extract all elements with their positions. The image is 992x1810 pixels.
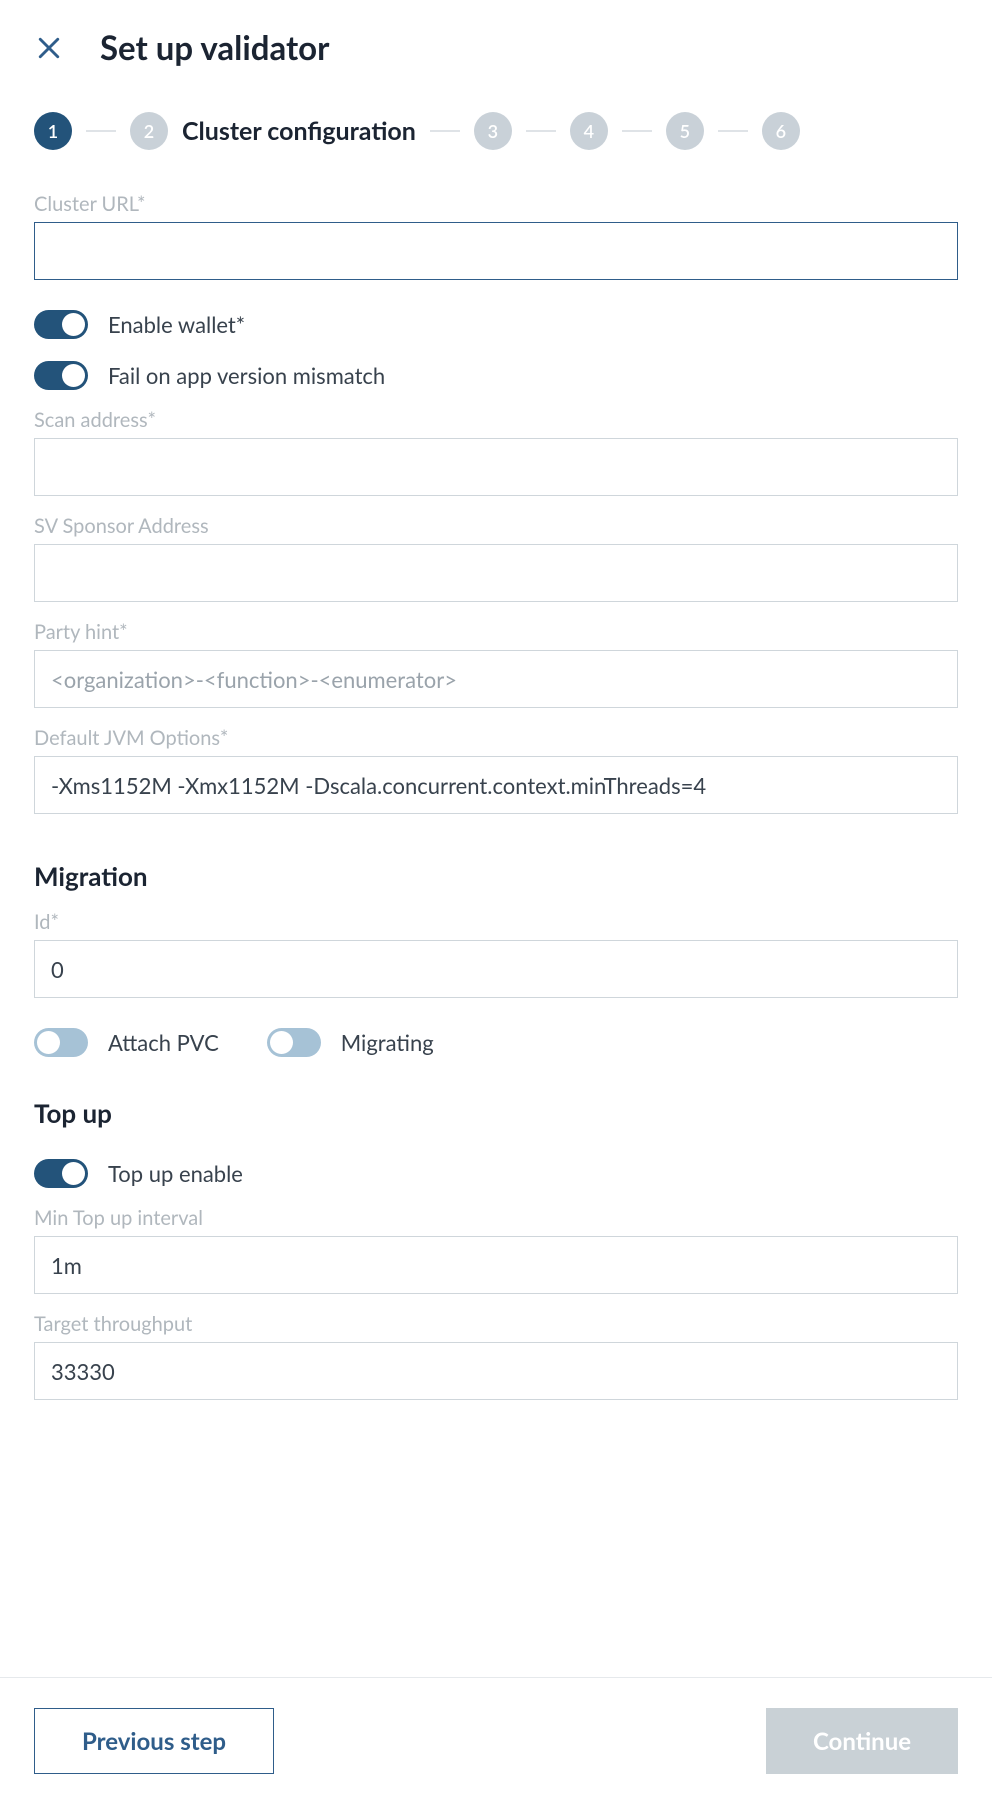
scan-address-label: Scan address* [34, 408, 958, 432]
step-1[interactable]: 1 [34, 112, 72, 150]
scan-address-input[interactable] [34, 438, 958, 496]
previous-step-button[interactable]: Previous step [34, 1708, 274, 1774]
topup-heading: Top up [34, 1097, 958, 1129]
topup-enable-toggle[interactable] [34, 1159, 88, 1188]
migration-id-input[interactable] [34, 940, 958, 998]
step-label: Cluster configuration [182, 116, 416, 146]
sv-sponsor-input[interactable] [34, 544, 958, 602]
target-throughput-label: Target throughput [34, 1312, 958, 1336]
migration-id-label: Id* [34, 910, 958, 934]
step-connector [718, 130, 748, 132]
migrating-toggle[interactable] [267, 1028, 321, 1057]
action-bar: Previous step Continue [0, 1677, 992, 1810]
migration-heading: Migration [34, 860, 958, 892]
continue-button[interactable]: Continue [766, 1708, 958, 1774]
cluster-url-input[interactable] [34, 222, 958, 280]
page-title: Set up validator [100, 28, 329, 68]
step-connector [622, 130, 652, 132]
step-4[interactable]: 4 [570, 112, 608, 150]
attach-pvc-toggle[interactable] [34, 1028, 88, 1057]
close-icon[interactable] [34, 33, 64, 63]
step-6[interactable]: 6 [762, 112, 800, 150]
party-hint-input[interactable] [34, 650, 958, 708]
target-throughput-input[interactable] [34, 1342, 958, 1400]
migrating-label: Migrating [341, 1029, 434, 1056]
cluster-url-label: Cluster URL* [34, 192, 958, 216]
step-connector [86, 130, 116, 132]
sv-sponsor-label: SV Sponsor Address [34, 514, 958, 538]
party-hint-label: Party hint* [34, 620, 958, 644]
fail-on-mismatch-toggle[interactable] [34, 361, 88, 390]
topup-enable-label: Top up enable [108, 1160, 243, 1187]
enable-wallet-label: Enable wallet* [108, 311, 245, 338]
min-topup-interval-input[interactable] [34, 1236, 958, 1294]
fail-on-mismatch-label: Fail on app version mismatch [108, 362, 385, 389]
step-2[interactable]: 2 [130, 112, 168, 150]
enable-wallet-toggle[interactable] [34, 310, 88, 339]
stepper: 1 2 Cluster configuration 3 4 5 6 [34, 112, 958, 150]
step-3[interactable]: 3 [474, 112, 512, 150]
attach-pvc-label: Attach PVC [108, 1029, 219, 1056]
step-5[interactable]: 5 [666, 112, 704, 150]
step-connector [526, 130, 556, 132]
jvm-options-input[interactable] [34, 756, 958, 814]
jvm-options-label: Default JVM Options* [34, 726, 958, 750]
step-connector [430, 130, 460, 132]
min-topup-interval-label: Min Top up interval [34, 1206, 958, 1230]
